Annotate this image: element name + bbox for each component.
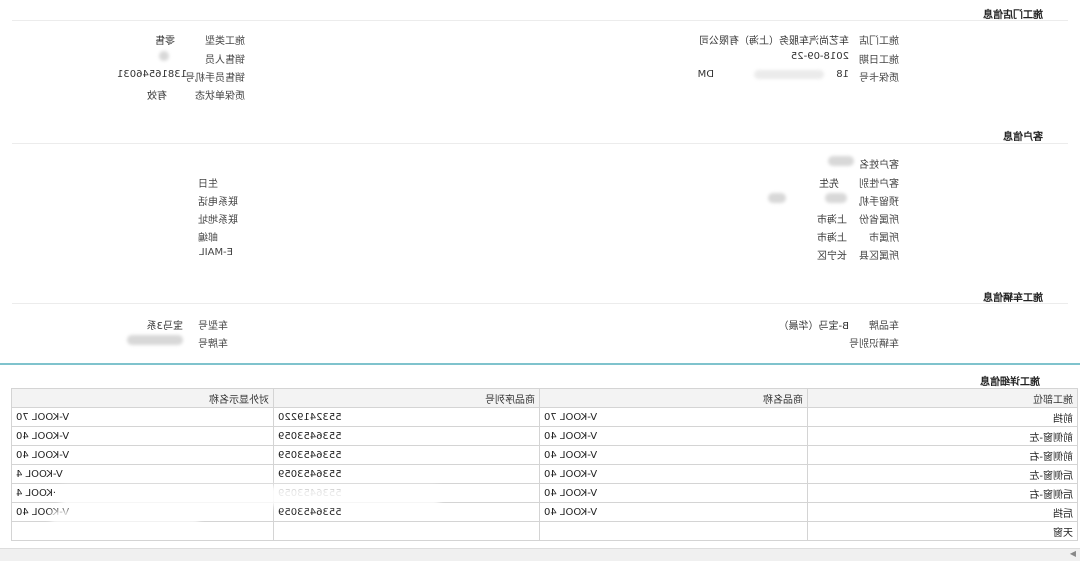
address-label: 联系地址 <box>198 215 238 226</box>
province-value: 上海市 <box>817 215 847 226</box>
customer-name-label: 客户姓名 <box>859 160 899 171</box>
store-label: 施工门店 <box>859 36 899 47</box>
column-header[interactable]: 施工部位 <box>807 388 1078 408</box>
table-header-row: 施工部位 商品名称 商品序列号 对外显示名称 <box>11 388 1078 408</box>
status-value: 有效 <box>147 91 167 102</box>
birthday-label: 生日 <box>198 179 218 190</box>
phone-redaction <box>768 193 786 203</box>
customer-name-redaction <box>828 156 854 166</box>
table-row[interactable]: 后侧窗-左 V-KOOL 40 5536453059 V-KOOL 4 <box>11 464 1078 484</box>
brand-value: B-宝马（华晨） <box>778 321 849 332</box>
table-cell: V-KOOL 40 <box>11 426 274 446</box>
warranty-label: 质保卡号 <box>859 73 899 84</box>
table-cell: 后侧窗-左 <box>807 464 1078 484</box>
contact-phone-label: 联系电话 <box>198 197 238 208</box>
province-label: 所属省份 <box>859 215 899 226</box>
table-cell: 后侧窗-右 <box>807 483 1078 503</box>
model-label: 车型号 <box>198 321 228 332</box>
city-label: 所属市 <box>869 233 899 244</box>
table-cell: 5536453059 <box>273 464 540 484</box>
plate-redaction <box>127 335 183 345</box>
overlay-smudge <box>60 486 440 506</box>
email-label: E-MAIL <box>199 247 233 258</box>
warranty-redaction <box>754 70 824 79</box>
table-cell: V-KOOL 40 <box>539 445 808 465</box>
warranty-value-prefix: 18 <box>836 69 849 80</box>
table-cell: V-KOOL 70 <box>11 407 274 427</box>
table-cell: 5536453059 <box>273 445 540 465</box>
table-row[interactable]: 前侧窗-右 V-KOOL 40 5536453059 V-KOOL 40 <box>11 445 1078 465</box>
gender-value: 先生 <box>819 179 839 190</box>
postcode-label: 邮编 <box>198 233 218 244</box>
type-value: 零售 <box>155 36 175 47</box>
phone-label: 预留手机 <box>859 197 899 208</box>
table-row[interactable]: 前侧窗-左 V-KOOL 40 5536453059 V-KOOL 40 <box>11 426 1078 446</box>
gender-label: 客户性别 <box>859 179 899 190</box>
scroll-right-arrow-icon[interactable]: ▶ <box>1070 549 1076 558</box>
sales-redaction <box>159 51 169 61</box>
table-cell <box>11 521 274 541</box>
table-cell: 前侧窗-右 <box>807 445 1078 465</box>
warranty-value-suffix: DM <box>697 69 714 80</box>
date-label: 施工日期 <box>859 55 899 66</box>
table-cell: 天窗 <box>807 521 1078 541</box>
mirrored-page: 施工门店信息 施工门店 车艺尚汽车服务（上海）有限公司 施工日期 2018-09… <box>0 0 1080 562</box>
table-cell: 后挡 <box>807 502 1078 522</box>
district-label: 所属区县 <box>859 251 899 262</box>
plate-label: 车牌号 <box>198 339 228 350</box>
sales-phone-label: 销售员手机号 <box>185 73 245 84</box>
table-cell: 前挡 <box>807 407 1078 427</box>
brand-label: 车品牌 <box>869 321 899 332</box>
sales-phone-value: 13816546031 <box>117 69 187 80</box>
table-cell: V-KOOL 40 <box>539 426 808 446</box>
table-row[interactable]: 前挡 V-KOOL 70 5532419220 V-KOOL 70 <box>11 407 1078 427</box>
table-cell <box>273 521 540 541</box>
section-divider <box>12 20 1068 21</box>
vehicle-section-title: 施工车辆信息 <box>983 293 1043 304</box>
sales-label: 销售人员 <box>205 55 245 66</box>
table-cell: 5532419220 <box>273 407 540 427</box>
column-header[interactable]: 商品名称 <box>539 388 808 408</box>
customer-section-title: 客户信息 <box>1003 132 1043 143</box>
table-cell: 前侧窗-左 <box>807 426 1078 446</box>
column-header[interactable]: 对外显示名称 <box>11 388 274 408</box>
table-cell: V-KOOL 40 <box>539 464 808 484</box>
detail-section-title: 施工详细信息 <box>980 377 1040 388</box>
type-label: 施工类型 <box>205 36 245 47</box>
table-cell: V-KOOL 40 <box>11 445 274 465</box>
status-label: 质保单状态 <box>195 91 245 102</box>
model-value: 宝马3系 <box>146 321 183 332</box>
section-divider <box>12 303 1068 304</box>
column-header[interactable]: 商品序列号 <box>273 388 540 408</box>
table-cell: V-KOOL 40 <box>539 483 808 503</box>
section-divider <box>12 143 1068 144</box>
city-value: 上海市 <box>817 233 847 244</box>
date-value: 2018-09-25 <box>790 51 849 62</box>
phone-redaction <box>825 193 847 203</box>
horizontal-scrollbar[interactable] <box>0 548 1080 561</box>
store-value: 车艺尚汽车服务（上海）有限公司 <box>699 36 849 47</box>
table-cell <box>539 521 808 541</box>
table-cell: V-KOOL 70 <box>539 407 808 427</box>
district-value: 长宁区 <box>817 251 847 262</box>
store-section-title: 施工门店信息 <box>983 10 1043 21</box>
overlay-smudge <box>50 510 200 524</box>
table-cell: V-KOOL 4 <box>11 464 274 484</box>
table-cell: 5536453059 <box>273 426 540 446</box>
vin-label: 车辆识别号 <box>849 339 899 350</box>
table-row[interactable]: 天窗 <box>11 521 1078 541</box>
table-cell: V-KOOL 40 <box>539 502 808 522</box>
